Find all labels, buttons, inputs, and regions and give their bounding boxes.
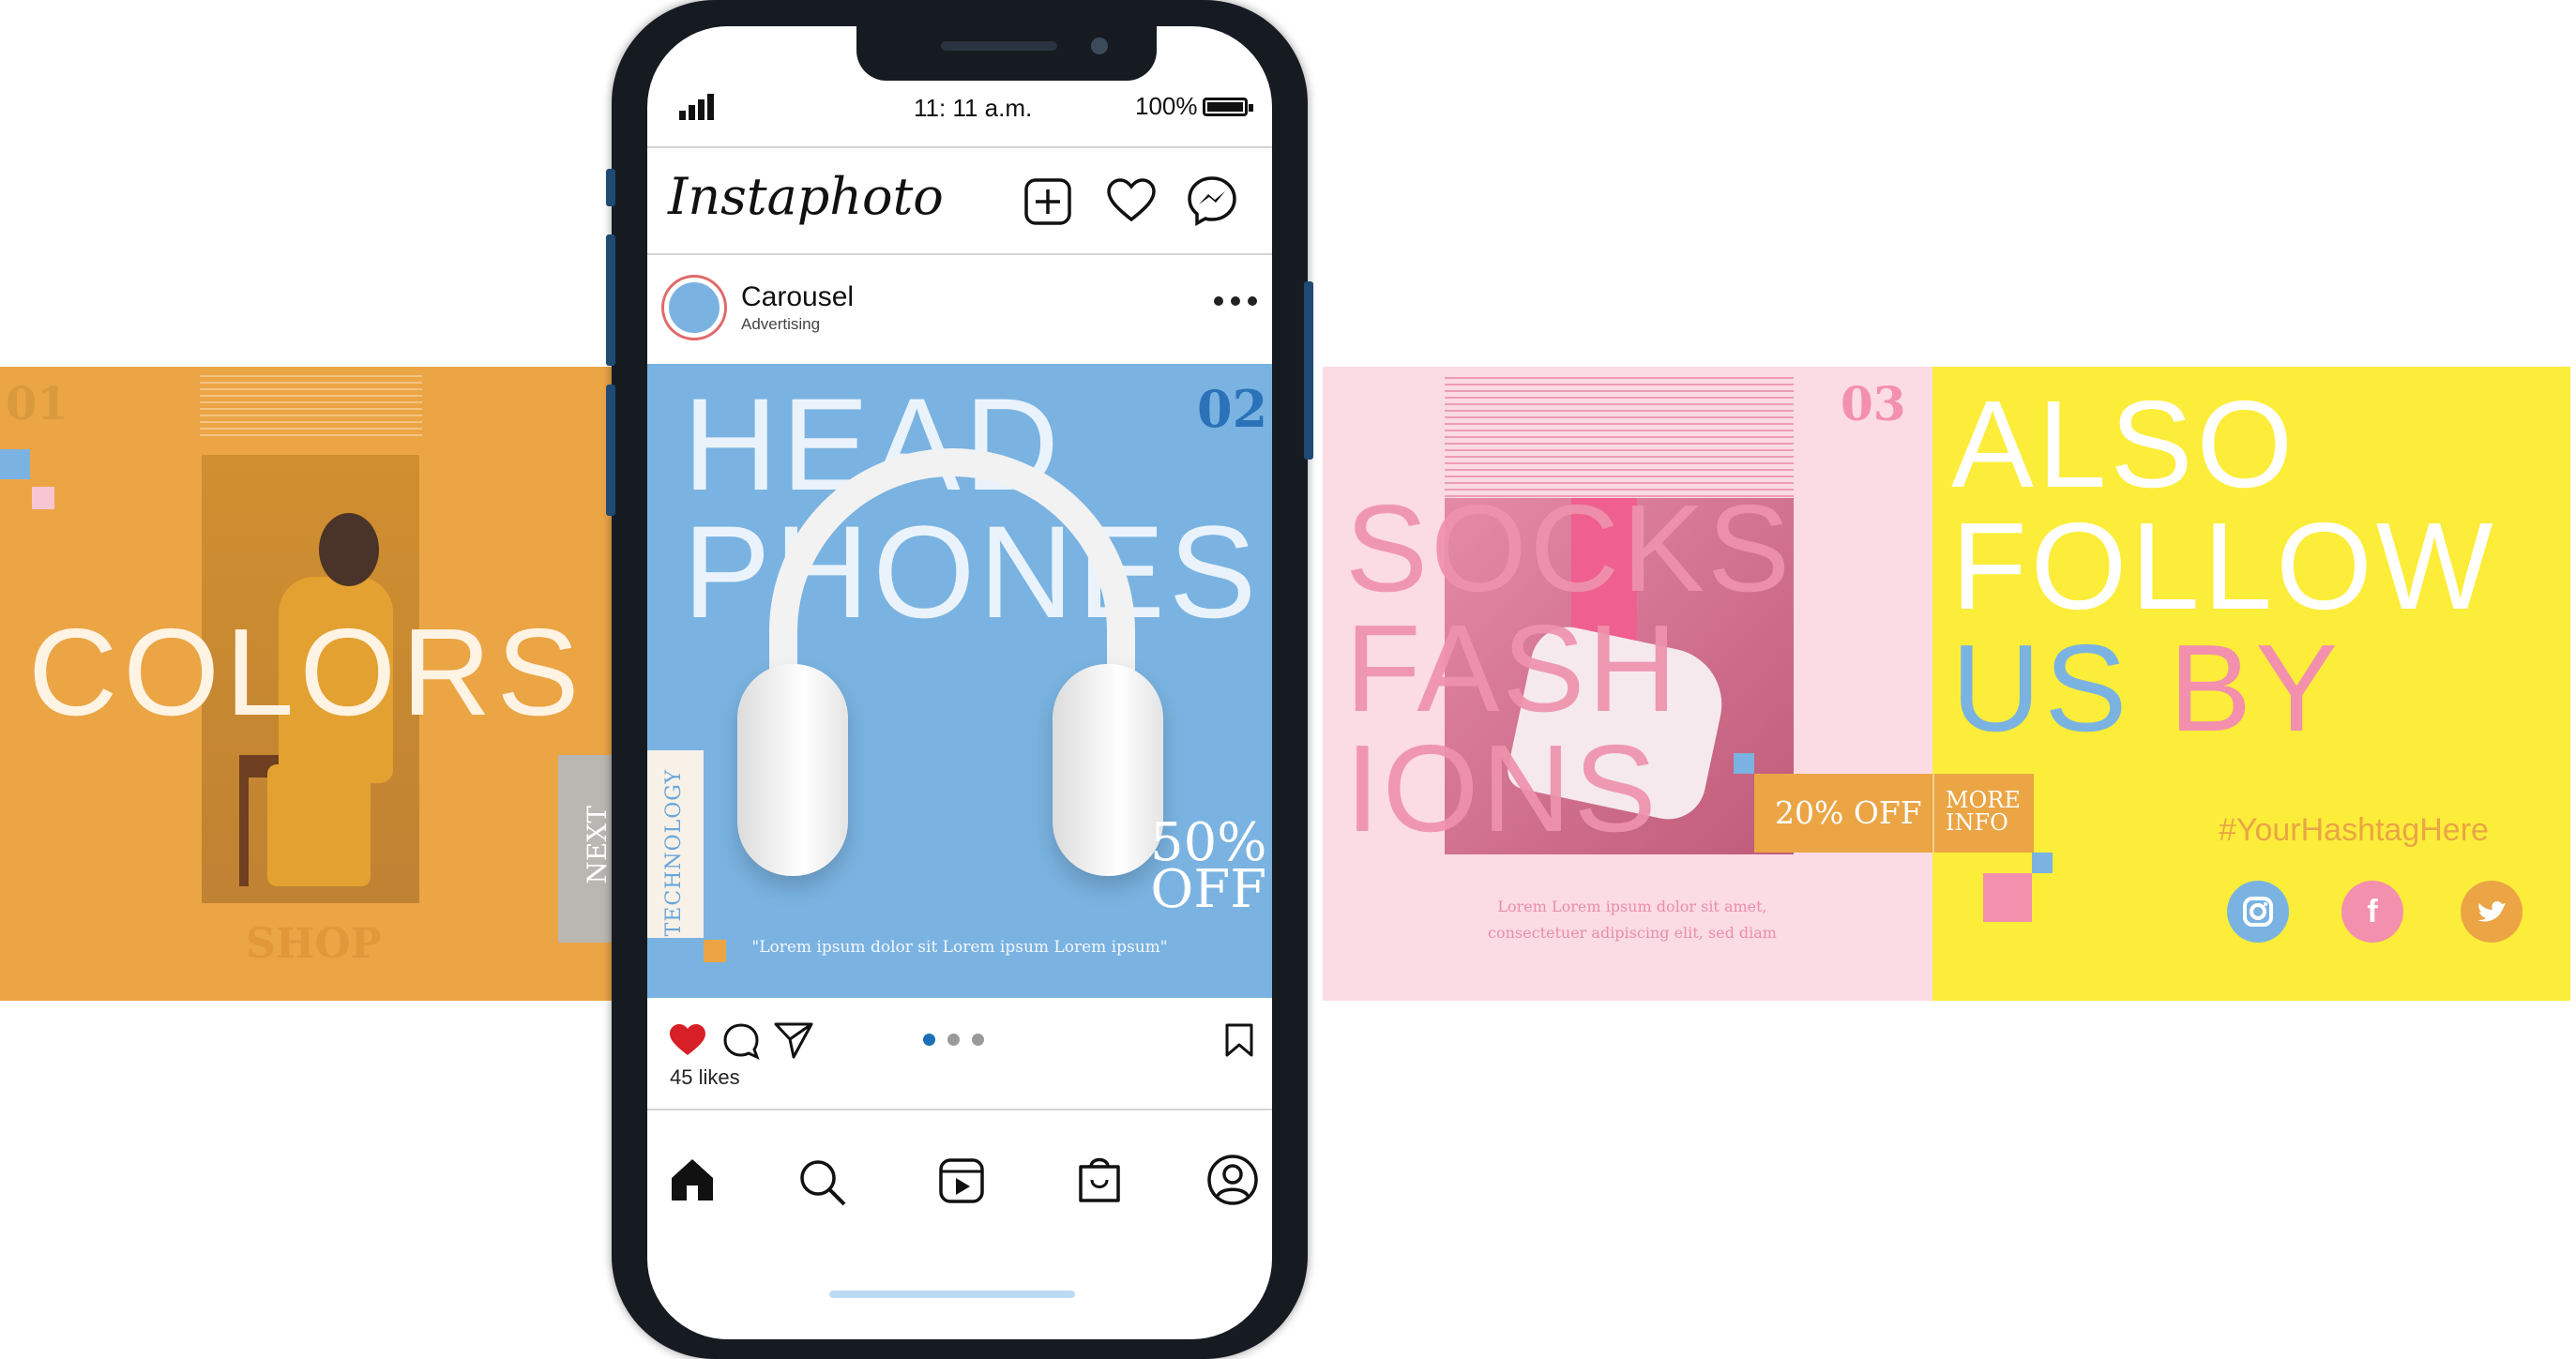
- post-actions: 45 likes: [647, 998, 1272, 1110]
- title-line: IONS: [1345, 719, 1659, 857]
- instagram-icon[interactable]: [2227, 881, 2289, 943]
- messenger-icon[interactable]: [1186, 174, 1238, 227]
- title-line: FASH: [1345, 599, 1680, 737]
- decorative-stripes: [200, 370, 422, 438]
- carousel-indicator: [923, 1034, 998, 1047]
- slide-title: SOCKS FASH IONS: [1345, 479, 1794, 857]
- carousel-slide-colors: 01 COLORS NEXT SHOP: [0, 367, 638, 1001]
- title-word-by: BY: [2169, 619, 2342, 757]
- slide-number: 03: [1841, 376, 1906, 431]
- likes-count[interactable]: 45 likes: [670, 1065, 740, 1090]
- post-header: Carousel Advertising: [647, 257, 1272, 364]
- shop-icon[interactable]: [1077, 1152, 1122, 1204]
- decorative-square-pink: [32, 487, 54, 509]
- signal-icon: [679, 94, 717, 120]
- search-icon[interactable]: [797, 1157, 848, 1208]
- app-header: Instaphoto: [647, 146, 1272, 255]
- carousel-dot: [947, 1034, 960, 1046]
- phone-volume-up-button: [606, 234, 615, 366]
- decorative-square-pink: [1983, 873, 2032, 922]
- decorative-square-blue: [0, 449, 30, 479]
- lorem-line: consectetuer adipiscing elit, sed diam: [1488, 924, 1777, 942]
- avatar[interactable]: [664, 278, 724, 338]
- decorative-square-blue: [1734, 753, 1754, 774]
- more-info-button[interactable]: MORE INFO: [1932, 774, 2034, 853]
- heart-icon[interactable]: [1105, 176, 1158, 225]
- status-battery-percent: 100%: [1135, 92, 1198, 120]
- headphones-left-cup: [737, 664, 848, 876]
- carousel-dot-active: [923, 1034, 935, 1046]
- carousel-slide-socks: 03 SOCKS FASH IONS 20% OFF Lorem Lorem i…: [1323, 367, 1932, 1001]
- reels-icon[interactable]: [938, 1157, 985, 1204]
- more-info-line[interactable]: INFO: [1946, 811, 2021, 834]
- decorative-square-blue: [2032, 853, 2053, 873]
- slide-number: 01: [6, 378, 68, 430]
- profile-icon[interactable]: [1206, 1154, 1259, 1206]
- title-line: ALSO: [1951, 375, 2297, 513]
- front-camera: [1091, 38, 1108, 54]
- post-image[interactable]: HEAD PHONES 02 TECHNOLOGY 50% OFF "Lorem…: [647, 364, 1272, 998]
- more-info-label[interactable]: MORE INFO: [1946, 789, 2021, 834]
- account-name[interactable]: Carousel: [741, 281, 854, 313]
- carousel-dot: [972, 1034, 984, 1046]
- headphones-right-cup: [1053, 664, 1163, 876]
- status-time: 11: 11 a.m.: [914, 94, 1033, 122]
- discount-text: 50% OFF: [1150, 817, 1267, 920]
- title-line: US BY: [1951, 627, 2496, 750]
- discount-line: OFF: [1150, 859, 1267, 920]
- home-icon[interactable]: [668, 1155, 717, 1204]
- next-label[interactable]: NEXT: [582, 806, 613, 884]
- bottom-nav: [647, 1124, 1272, 1236]
- slide-title: ALSO FOLLOW US BY: [1951, 375, 2497, 750]
- more-info-line[interactable]: MORE: [1946, 789, 2021, 811]
- lorem-text: Lorem Lorem ipsum dolor sit amet, consec…: [1445, 894, 1820, 946]
- model-head-shape: [319, 513, 379, 586]
- hashtag-text: #YourHashtagHere: [2219, 812, 2489, 848]
- phone-power-button: [1304, 281, 1313, 460]
- slide-number: 02: [1197, 379, 1268, 439]
- share-icon[interactable]: [773, 1020, 814, 1060]
- phone-frame: 11: 11 a.m. 100% Instaphoto Carousel Adv…: [606, 0, 1313, 1359]
- shop-label: SHOP: [246, 920, 382, 968]
- carousel-slide-follow: MORE INFO ALSO FOLLOW US BY #YourHashtag…: [1932, 367, 2570, 1001]
- more-options-icon[interactable]: [1214, 291, 1261, 310]
- comment-icon[interactable]: [722, 1022, 760, 1060]
- title-line: SOCKS: [1345, 479, 1794, 617]
- phone-mute-button: [606, 169, 615, 206]
- bookmark-icon[interactable]: [1223, 1022, 1255, 1058]
- phone-volume-down-button: [606, 385, 615, 516]
- title-word-us: US: [1951, 619, 2131, 757]
- battery-icon: [1203, 98, 1253, 116]
- account-subtitle: Advertising: [741, 315, 821, 333]
- lorem-line: Lorem Lorem ipsum dolor sit amet,: [1497, 898, 1767, 915]
- facebook-icon[interactable]: f: [2341, 881, 2403, 943]
- app-logo: Instaphoto: [668, 167, 944, 226]
- slide-title: COLORS: [28, 603, 585, 741]
- technology-label: TECHNOLOGY: [662, 769, 686, 937]
- add-post-icon[interactable]: [1023, 176, 1073, 227]
- speaker: [941, 41, 1057, 51]
- home-indicator[interactable]: [829, 1291, 1075, 1298]
- twitter-icon[interactable]: [2461, 881, 2523, 943]
- title-line: FOLLOW: [1951, 497, 2497, 635]
- post-quote: "Lorem ipsum dolor sit Lorem ipsum Lorem…: [751, 938, 1168, 957]
- heart-filled-icon[interactable]: [668, 1022, 707, 1058]
- phone-notch: [856, 26, 1157, 81]
- phone-screen: 11: 11 a.m. 100% Instaphoto Carousel Adv…: [647, 26, 1272, 1339]
- offer-badge: 20% OFF: [1754, 774, 1932, 853]
